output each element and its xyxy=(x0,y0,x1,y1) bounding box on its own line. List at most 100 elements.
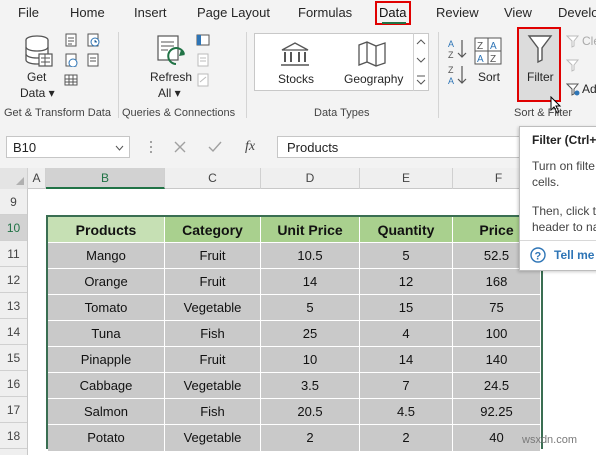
cell-category[interactable]: Fruit xyxy=(165,269,261,295)
column-header-b[interactable]: B xyxy=(46,168,165,189)
cancel-x-icon[interactable] xyxy=(174,141,186,153)
get-data-label-1[interactable]: Get xyxy=(27,70,46,84)
cell-category[interactable]: Fish xyxy=(165,321,261,347)
recent-sources-icon[interactable] xyxy=(86,33,100,47)
stocks-label[interactable]: Stocks xyxy=(278,72,314,86)
help-question-icon[interactable]: ? xyxy=(530,247,546,263)
row-header-15[interactable]: 15 xyxy=(0,345,27,371)
cell-quantity[interactable]: 5 xyxy=(360,243,453,269)
properties-icon[interactable] xyxy=(196,53,210,67)
cell-price[interactable]: 75 xyxy=(453,295,541,321)
geography-label[interactable]: Geography xyxy=(344,72,403,86)
menu-developer[interactable]: Develo xyxy=(558,5,596,20)
edit-links-icon[interactable] xyxy=(196,73,210,87)
cell-category[interactable]: Fish xyxy=(165,399,261,425)
existing-connections-icon[interactable] xyxy=(86,53,100,67)
menu-review[interactable]: Review xyxy=(436,5,479,20)
row-header-14[interactable]: 14 xyxy=(0,319,27,345)
select-all-corner[interactable] xyxy=(0,168,28,189)
refresh-icon[interactable] xyxy=(156,34,190,68)
row-header-11[interactable]: 11 xyxy=(0,241,27,267)
cell-unit-price[interactable]: 2 xyxy=(261,425,360,451)
stocks-icon[interactable] xyxy=(279,40,311,68)
column-header-d[interactable]: D xyxy=(261,168,360,189)
queries-connections-icon[interactable] xyxy=(196,33,210,47)
header-unit-price[interactable]: Unit Price xyxy=(261,217,360,243)
cell-quantity[interactable]: 4 xyxy=(360,321,453,347)
cell-category[interactable]: Fruit xyxy=(165,243,261,269)
filter-funnel-icon[interactable] xyxy=(527,34,553,64)
gallery-arrows-icon[interactable] xyxy=(416,36,426,88)
menu-insert[interactable]: Insert xyxy=(134,5,167,20)
tell-me-more-link[interactable]: Tell me xyxy=(554,248,594,262)
menu-view[interactable]: View xyxy=(504,5,532,20)
cell-product[interactable]: Pinapple xyxy=(48,347,165,373)
cell-unit-price[interactable]: 14 xyxy=(261,269,360,295)
cell-product[interactable]: Orange xyxy=(48,269,165,295)
cell-quantity[interactable]: 15 xyxy=(360,295,453,321)
geography-icon[interactable] xyxy=(356,40,388,68)
cell-unit-price[interactable]: 25 xyxy=(261,321,360,347)
cell-category[interactable]: Fruit xyxy=(165,347,261,373)
row-header-13[interactable]: 13 xyxy=(0,293,27,319)
clear-filter-icon[interactable] xyxy=(566,34,580,48)
refresh-all-label-1[interactable]: Refresh xyxy=(150,70,192,84)
chevron-down-icon[interactable] xyxy=(115,145,124,151)
cell-product[interactable]: Tomato xyxy=(48,295,165,321)
cell-price[interactable]: 140 xyxy=(453,347,541,373)
cell-quantity[interactable]: 14 xyxy=(360,347,453,373)
menu-page-layout[interactable]: Page Layout xyxy=(197,5,270,20)
header-products[interactable]: Products xyxy=(48,217,165,243)
reapply-icon[interactable] xyxy=(566,58,580,72)
database-icon[interactable] xyxy=(24,34,54,68)
cell-product[interactable]: Mango xyxy=(48,243,165,269)
cell-unit-price[interactable]: 10.5 xyxy=(261,243,360,269)
cell-unit-price[interactable]: 10 xyxy=(261,347,360,373)
cell-category[interactable]: Vegetable xyxy=(165,295,261,321)
row-header-16[interactable]: 16 xyxy=(0,371,27,397)
cell-product[interactable]: Salmon xyxy=(48,399,165,425)
from-table-icon[interactable] xyxy=(64,73,78,87)
header-category[interactable]: Category xyxy=(165,217,261,243)
from-web-icon[interactable] xyxy=(64,53,78,67)
enter-check-icon[interactable] xyxy=(208,141,222,153)
cell-quantity[interactable]: 12 xyxy=(360,269,453,295)
filter-label[interactable]: Filter xyxy=(527,70,554,84)
cell-price[interactable]: 92.25 xyxy=(453,399,541,425)
column-header-a[interactable]: A xyxy=(28,168,46,189)
column-header-e[interactable]: E xyxy=(360,168,453,189)
cell-product[interactable]: Tuna xyxy=(48,321,165,347)
cell-quantity[interactable]: 2 xyxy=(360,425,453,451)
get-data-label-2[interactable]: Data ▾ xyxy=(20,86,55,100)
cell-unit-price[interactable]: 20.5 xyxy=(261,399,360,425)
advanced-label[interactable]: Ad xyxy=(582,82,596,96)
cell-category[interactable]: Vegetable xyxy=(165,373,261,399)
cell-product[interactable]: Potato xyxy=(48,425,165,451)
sort-label[interactable]: Sort xyxy=(478,70,500,84)
menu-data[interactable]: Data xyxy=(379,5,406,20)
cell-product[interactable]: Cabbage xyxy=(48,373,165,399)
menu-home[interactable]: Home xyxy=(70,5,105,20)
cell-quantity[interactable]: 7 xyxy=(360,373,453,399)
cell-unit-price[interactable]: 3.5 xyxy=(261,373,360,399)
row-header-9[interactable]: 9 xyxy=(0,189,27,215)
sort-z-a-icon[interactable]: Z A xyxy=(447,64,469,86)
menu-formulas[interactable]: Formulas xyxy=(298,5,352,20)
row-header-17[interactable]: 17 xyxy=(0,397,27,423)
header-quantity[interactable]: Quantity xyxy=(360,217,453,243)
from-text-icon[interactable] xyxy=(64,33,78,47)
menu-file[interactable]: File xyxy=(18,5,39,20)
row-header-10[interactable]: 10 xyxy=(0,215,27,241)
cell-price[interactable]: 24.5 xyxy=(453,373,541,399)
advanced-filter-icon[interactable] xyxy=(566,82,580,96)
name-box[interactable]: B10 xyxy=(6,136,130,158)
clear-label[interactable]: Cle xyxy=(582,34,596,48)
column-header-c[interactable]: C xyxy=(165,168,261,189)
sort-icon[interactable]: Z A A Z xyxy=(474,37,504,67)
cell-category[interactable]: Vegetable xyxy=(165,425,261,451)
cell-price[interactable]: 168 xyxy=(453,269,541,295)
cell-price[interactable]: 100 xyxy=(453,321,541,347)
row-header-12[interactable]: 12 xyxy=(0,267,27,293)
sort-a-z-icon[interactable]: A Z xyxy=(447,38,469,60)
cell-unit-price[interactable]: 5 xyxy=(261,295,360,321)
